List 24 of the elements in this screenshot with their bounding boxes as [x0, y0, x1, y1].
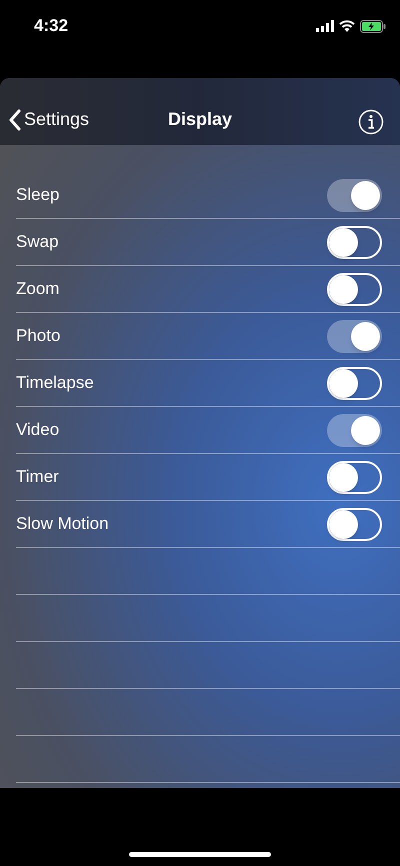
toggle-switch[interactable] — [327, 414, 382, 446]
setting-label: Zoom — [16, 278, 60, 300]
wifi-icon — [339, 20, 355, 32]
toggle-switch[interactable] — [327, 508, 382, 540]
setting-label: Timer — [16, 466, 59, 488]
setting-label: Sleep — [16, 184, 60, 206]
setting-label: Slow Motion — [16, 513, 109, 536]
toggle-switch[interactable] — [327, 272, 382, 306]
toggle-switch[interactable] — [327, 460, 382, 494]
toggle-switch[interactable] — [327, 178, 382, 212]
toggle-switch[interactable] — [327, 320, 382, 352]
setting-label: Photo — [16, 325, 60, 348]
back-button[interactable]: Settings — [0, 106, 90, 133]
signal-icon — [316, 20, 334, 32]
toggle-switch[interactable] — [327, 226, 382, 258]
battery-icon — [360, 20, 386, 32]
setting-label: Timelapse — [16, 372, 94, 394]
toggle-switch[interactable] — [327, 366, 382, 400]
status-time: 4:32 — [34, 15, 68, 38]
nav-title: Display — [168, 108, 232, 131]
setting-label: Swap — [16, 231, 59, 254]
info-icon[interactable] — [358, 109, 384, 135]
setting-label: Video — [16, 419, 60, 442]
chevron-left-icon — [9, 108, 21, 130]
